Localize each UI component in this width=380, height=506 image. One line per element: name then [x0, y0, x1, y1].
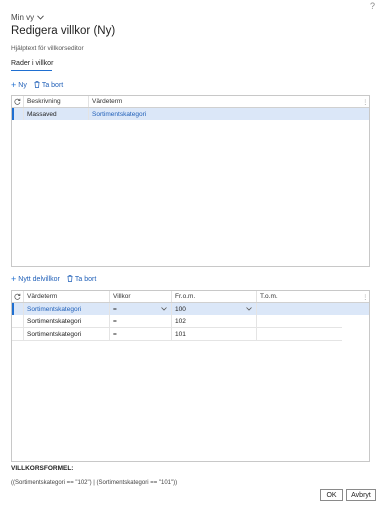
refresh-icon[interactable]	[12, 291, 24, 302]
from-value: 100	[175, 305, 186, 313]
cell-description[interactable]: Massaved	[24, 108, 89, 120]
more-vertical-icon[interactable]: ⋮	[359, 96, 369, 107]
chevron-down-icon	[246, 307, 252, 311]
table-row[interactable]: Massaved Sortimentskategori	[12, 108, 369, 120]
column-header-condition[interactable]: Villkor	[110, 291, 172, 302]
cell-value-term[interactable]: Sortimentskategori	[24, 303, 110, 315]
row-marker	[12, 328, 24, 340]
condition-dropdown[interactable]: =	[110, 303, 172, 315]
cell-value-term[interactable]: Sortimentskategori	[24, 315, 110, 327]
formula-text: ((Sortimentskategori == "102") | (Sortim…	[11, 480, 178, 486]
table-row[interactable]: Sortimentskategori = 102	[12, 315, 342, 328]
sub-conditions-grid: Värdeterm Villkor Fr.o.m. T.o.m. ⋮ Sorti…	[11, 290, 370, 462]
tab-condition-rows[interactable]: Rader i villkor	[11, 60, 53, 67]
chevron-down-icon	[161, 307, 167, 311]
condition-value: =	[113, 305, 117, 313]
new-row-label: Ny	[18, 82, 27, 89]
grid-header: Beskrivning Värdeterm ⋮	[12, 96, 369, 108]
new-row-button[interactable]: + Ny	[11, 81, 27, 90]
cell-to[interactable]	[257, 315, 342, 327]
row-marker	[14, 108, 24, 120]
condition-rows-grid: Beskrivning Värdeterm ⋮ Massaved Sortime…	[11, 95, 370, 267]
cell-to[interactable]	[257, 303, 343, 315]
view-selector[interactable]: Min vy	[11, 13, 44, 22]
column-header-value-term[interactable]: Värdeterm	[89, 96, 359, 107]
column-header-description[interactable]: Beskrivning	[24, 96, 89, 107]
refresh-icon[interactable]	[12, 96, 24, 107]
column-header-to[interactable]: T.o.m.	[257, 291, 359, 302]
formula-label: VILLKORSFORMEL:	[11, 465, 74, 472]
more-vertical-icon[interactable]: ⋮	[359, 291, 369, 302]
cell-condition[interactable]: =	[110, 315, 172, 327]
cell-value-term[interactable]: Sortimentskategori	[24, 328, 110, 340]
column-header-value-term[interactable]: Värdeterm	[24, 291, 110, 302]
grid-header: Värdeterm Villkor Fr.o.m. T.o.m. ⋮	[12, 291, 369, 303]
table-row[interactable]: Sortimentskategori = 101	[12, 328, 342, 341]
plus-icon: +	[11, 274, 17, 284]
rows-toolbar: + Ny Ta bort	[11, 81, 63, 90]
delete-sub-condition-button[interactable]: Ta bort	[67, 275, 96, 284]
plus-icon: +	[11, 80, 17, 90]
chevron-down-icon	[37, 13, 44, 22]
delete-sub-condition-label: Ta bort	[74, 276, 97, 283]
cell-condition[interactable]: =	[110, 328, 172, 340]
view-label: Min vy	[11, 13, 35, 22]
cell-value-term[interactable]: Sortimentskategori	[89, 108, 369, 120]
column-header-from[interactable]: Fr.o.m.	[172, 291, 257, 302]
cancel-button[interactable]: Avbryt	[346, 489, 376, 501]
new-sub-condition-button[interactable]: + Nytt delvillkor	[11, 275, 60, 284]
cell-to[interactable]	[257, 328, 342, 340]
ok-button[interactable]: OK	[320, 489, 343, 501]
table-row[interactable]: Sortimentskategori = 100	[12, 303, 369, 315]
row-marker	[12, 315, 24, 327]
help-icon[interactable]: ?	[370, 1, 375, 11]
tab-active-indicator	[11, 70, 52, 71]
delete-row-button[interactable]: Ta bort	[34, 81, 63, 90]
sub-conditions-toolbar: + Nytt delvillkor Ta bort	[11, 275, 96, 284]
help-text: Hjälptext för villkorseditor	[11, 45, 84, 52]
new-sub-condition-label: Nytt delvillkor	[18, 276, 60, 283]
page-title: Redigera villkor (Ny)	[11, 25, 116, 37]
trash-icon	[67, 275, 73, 284]
delete-row-label: Ta bort	[41, 82, 64, 89]
cell-from[interactable]: 101	[172, 328, 257, 340]
row-marker	[14, 303, 24, 315]
trash-icon	[34, 81, 40, 90]
cell-from[interactable]: 102	[172, 315, 257, 327]
from-dropdown[interactable]: 100	[172, 303, 257, 315]
